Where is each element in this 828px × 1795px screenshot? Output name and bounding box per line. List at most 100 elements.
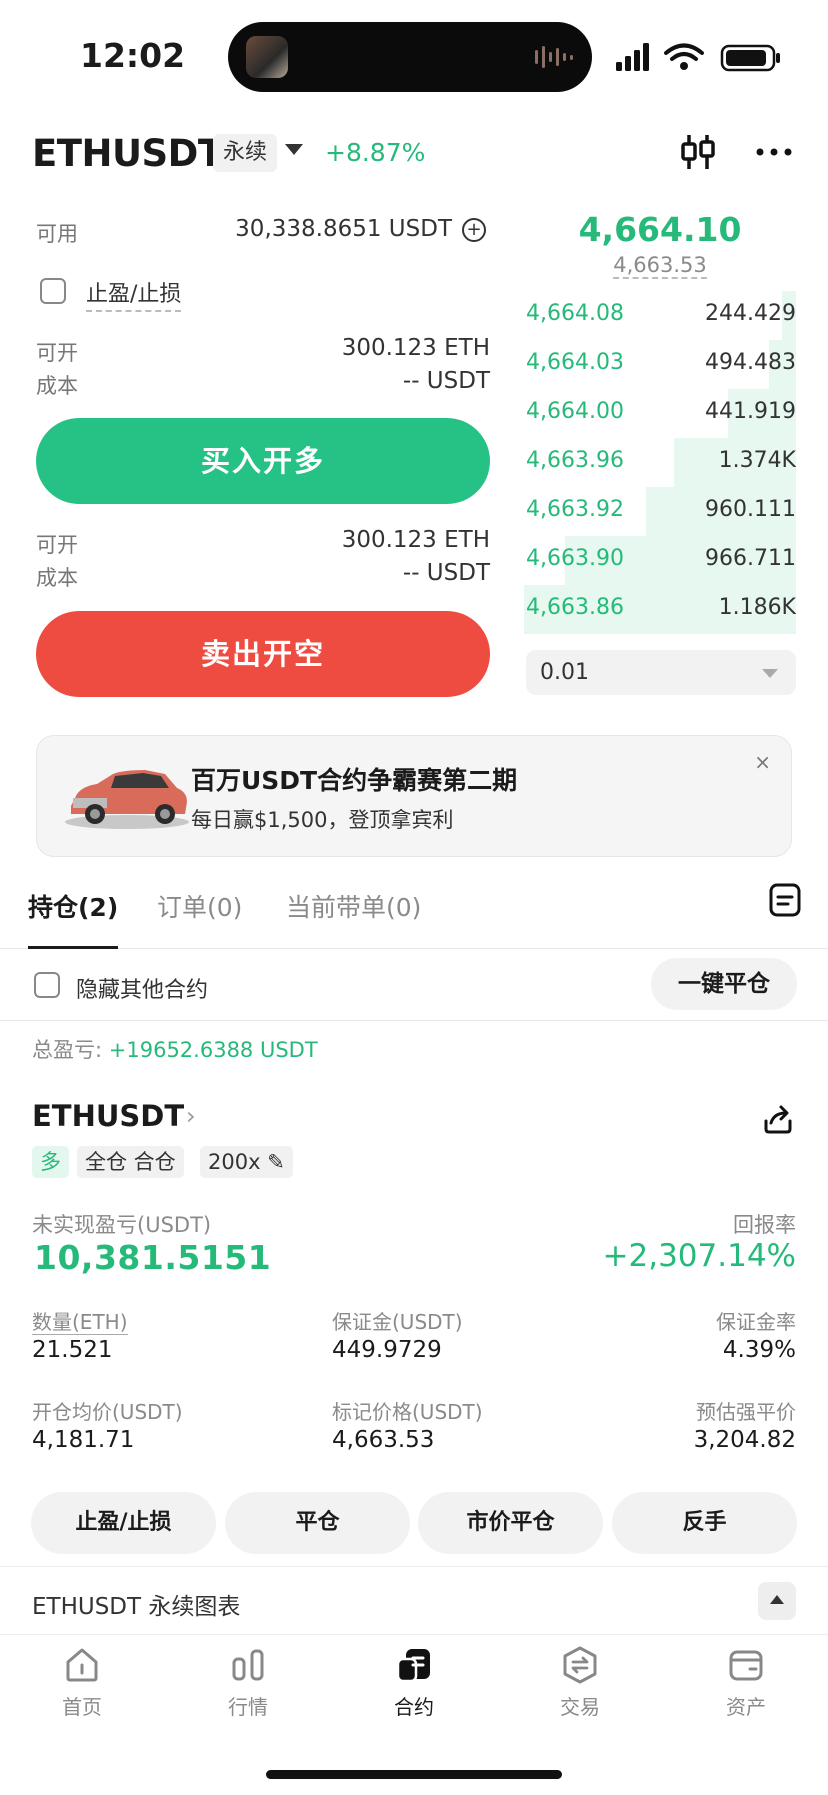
- bid-qty: 1.186K: [718, 595, 796, 620]
- nav-trade-label: 交易: [560, 1695, 600, 1719]
- promo-banner[interactable]: 百万USDT合约争霸赛第二期 每日赢$1,500，登顶拿宾利 ×: [36, 735, 792, 857]
- promo-subtitle: 每日赢$1,500，登顶拿宾利: [191, 808, 454, 832]
- close-icon[interactable]: ×: [754, 750, 771, 774]
- tpsl-label[interactable]: 止盈/止损: [86, 276, 182, 312]
- available-value: 30,338.8651 USDT: [235, 216, 452, 242]
- chart-section-label[interactable]: ETHUSDT 永续图表: [32, 1587, 240, 1621]
- margin-mode-badge: 全仓 合仓: [77, 1146, 184, 1178]
- roe-label: 回报率: [733, 1213, 796, 1237]
- depth-step-select[interactable]: 0.01: [526, 650, 796, 695]
- chevron-right-icon[interactable]: ›: [186, 1102, 196, 1130]
- sell-cost-label: 成本: [36, 566, 78, 590]
- buy-max-value: 300.123 ETH: [341, 335, 490, 361]
- sell-short-button[interactable]: 卖出开空: [36, 611, 490, 697]
- margin-ratio-label: 保证金率: [716, 1310, 796, 1334]
- bid-price: 4,664.00: [526, 399, 624, 424]
- liq-price-value: 3,204.82: [693, 1427, 796, 1453]
- qty-value: 21.521: [32, 1337, 113, 1363]
- side-badge: 多: [32, 1146, 69, 1178]
- buy-cost-label: 成本: [36, 374, 78, 398]
- nav-assets[interactable]: 资产: [686, 1645, 806, 1720]
- signal-icon: [616, 43, 649, 71]
- home-indicator: [266, 1770, 562, 1779]
- trade-icon: [563, 1646, 597, 1684]
- wallet-icon: [729, 1650, 763, 1681]
- position-mark-price-value: 4,663.53: [332, 1427, 435, 1453]
- contract-type-tag[interactable]: 永续: [213, 134, 278, 172]
- market-icon: [232, 1649, 264, 1681]
- orderbook-row[interactable]: 4,664.08 244.429: [524, 291, 796, 340]
- bid-price: 4,663.92: [526, 497, 624, 522]
- nav-market[interactable]: 行情: [188, 1645, 308, 1720]
- chevron-down-icon: [762, 669, 778, 678]
- bid-price: 4,663.86: [526, 595, 624, 620]
- hide-other-contracts-checkbox[interactable]: [34, 972, 60, 998]
- orderbook-row[interactable]: 4,663.86 1.186K: [524, 585, 796, 634]
- candlestick-chart-icon[interactable]: [680, 133, 716, 171]
- nav-futures[interactable]: 合约: [354, 1645, 474, 1720]
- bid-price: 4,663.96: [526, 448, 624, 473]
- sell-cost-value: -- USDT: [402, 560, 490, 586]
- document-icon[interactable]: [769, 883, 801, 917]
- close-position-button[interactable]: 平仓: [225, 1492, 410, 1554]
- nav-home[interactable]: 首页: [22, 1645, 142, 1720]
- status-time: 12:02: [80, 36, 186, 75]
- bid-qty: 966.711: [705, 546, 796, 571]
- depth-step-value: 0.01: [540, 660, 589, 685]
- upnl-label: 未实现盈亏(USDT): [32, 1213, 212, 1237]
- buy-long-button[interactable]: 买入开多: [36, 418, 490, 504]
- battery-icon: [720, 44, 780, 72]
- orderbook-row[interactable]: 4,663.96 1.374K: [524, 438, 796, 487]
- orderbook-row[interactable]: 4,664.03 494.483: [524, 340, 796, 389]
- hide-other-contracts-label[interactable]: 隐藏其他合约: [76, 972, 208, 1004]
- buy-cost-value: -- USDT: [402, 368, 490, 394]
- bid-qty: 494.483: [705, 350, 796, 375]
- chevron-up-icon: [770, 1595, 784, 1604]
- sell-max-label: 可开: [36, 533, 78, 557]
- divider: [0, 1566, 828, 1567]
- tab-copy-trading[interactable]: 当前带单(0): [286, 888, 421, 924]
- last-price[interactable]: 4,664.10: [560, 210, 760, 249]
- bid-qty: 441.919: [705, 399, 796, 424]
- liq-price-label: 预估强平价: [696, 1400, 796, 1424]
- total-pnl-value: +19652.6388 USDT: [108, 1038, 318, 1062]
- market-close-button[interactable]: 市价平仓: [418, 1492, 603, 1554]
- wifi-icon: [664, 43, 704, 61]
- share-icon[interactable]: [762, 1103, 794, 1135]
- nav-trade[interactable]: 交易: [520, 1645, 640, 1720]
- leverage-badge[interactable]: 200x ✎: [200, 1146, 293, 1178]
- entry-price-value: 4,181.71: [32, 1427, 135, 1453]
- entry-price-label: 开仓均价(USDT): [32, 1400, 183, 1424]
- orderbook-row[interactable]: 4,664.00 441.919: [524, 389, 796, 438]
- sell-max-value: 300.123 ETH: [341, 527, 490, 553]
- mark-price-label: 标记价格(USDT): [332, 1400, 483, 1424]
- pair-title[interactable]: ETHUSDT: [32, 132, 223, 175]
- audio-wave-icon: [535, 46, 573, 68]
- futures-icon: [396, 1649, 430, 1683]
- bid-qty: 960.111: [705, 497, 796, 522]
- orderbook-row[interactable]: 4,663.92 960.111: [524, 487, 796, 536]
- close-all-button[interactable]: 一键平仓: [651, 958, 797, 1010]
- promo-title: 百万USDT合约争霸赛第二期: [191, 766, 518, 795]
- tabs-divider: [0, 948, 828, 949]
- position-pair[interactable]: ETHUSDT: [32, 1099, 184, 1133]
- tpsl-button[interactable]: 止盈/止损: [31, 1492, 216, 1554]
- more-icon[interactable]: [756, 148, 792, 156]
- car-image: [65, 770, 189, 829]
- tpsl-checkbox[interactable]: [40, 278, 66, 304]
- tab-positions[interactable]: 持仓(2): [28, 888, 118, 924]
- home-icon: [66, 1648, 98, 1682]
- chart-expand-button[interactable]: [758, 1582, 796, 1620]
- total-pnl-label: 总盈亏:: [32, 1038, 109, 1062]
- tab-orders[interactable]: 订单(0): [157, 888, 242, 924]
- divider: [0, 1020, 828, 1021]
- mark-price: 4,663.53: [560, 253, 760, 279]
- status-icons: [616, 43, 780, 72]
- available-label: 可用: [36, 222, 78, 246]
- orderbook-row[interactable]: 4,663.90 966.711: [524, 536, 796, 585]
- change-percent: +8.87%: [325, 138, 426, 167]
- transfer-plus-icon[interactable]: +: [462, 218, 486, 242]
- reverse-button[interactable]: 反手: [612, 1492, 797, 1554]
- pair-dropdown-icon[interactable]: [285, 144, 303, 155]
- roe-value: +2,307.14%: [602, 1238, 796, 1274]
